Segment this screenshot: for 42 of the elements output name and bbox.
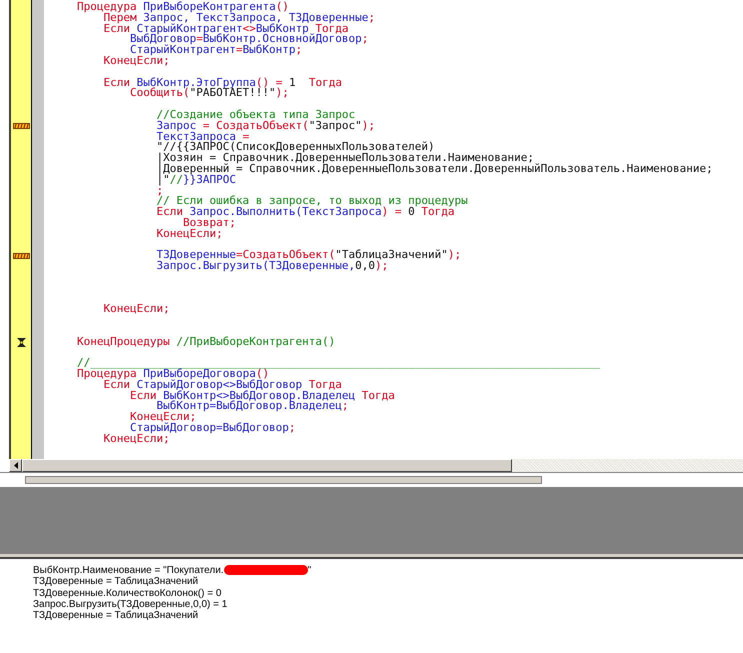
code-line: Если СтарыйКонтрагент<>ВыбКонтр Тогда bbox=[103, 24, 349, 34]
left-arrow-icon bbox=[14, 462, 18, 469]
scroll-left-button[interactable] bbox=[9, 459, 22, 472]
code-line: КонецЕсли; bbox=[103, 56, 170, 67]
code-line: |Доверенный = Справочник.ДоверенныеПользователи.ДоверенныйПользователь.Наименование; bbox=[156, 164, 713, 175]
code-line: СтарыйКонтрагент=ВыбКонтр; bbox=[130, 45, 302, 56]
code-line: КонецЕсли; bbox=[103, 434, 170, 445]
code-line: ; bbox=[156, 186, 164, 196]
message-text: " bbox=[308, 565, 312, 576]
code-line: ТекстЗапроса = bbox=[156, 132, 250, 142]
code-line: ВыбКонтр=ВыбДоговор.Владелец; bbox=[156, 401, 349, 412]
code-line: ВыбДоговор=ВыбКонтр.ОсновнойДоговор; bbox=[130, 34, 368, 46]
code-line: КонецЕсли; bbox=[156, 228, 223, 240]
code-line: ТЗДоверенные=СоздатьОбъект("ТаблицаЗначений"); bbox=[156, 250, 462, 262]
code-line: Возврат; bbox=[182, 218, 236, 229]
code-line: Процедура ПриВыбореДоговора() bbox=[77, 369, 270, 380]
code-line: Запрос.Выгрузить(ТЗДоверенные,0,0); bbox=[156, 261, 388, 272]
message-text: ВыбКонтр.Наименование = "Покупатели. bbox=[33, 565, 224, 576]
message-text: Запрос.Выгрузить(ТЗДоверенные,0,0) = 1 bbox=[33, 598, 228, 610]
message-text: ТЗДоверенные = ТаблицаЗначений bbox=[33, 610, 198, 622]
code-line: Процедура ПриВыбореКонтрагента() bbox=[77, 2, 289, 13]
code-line: // Если ошибка в запросе, то выход из процедуры bbox=[156, 196, 468, 208]
code-line: Если ВыбКонтр.ЭтоГруппа() = 1 Тогда bbox=[103, 78, 342, 88]
code-line: СтарыйДоговор=ВыбДоговор; bbox=[130, 423, 296, 434]
code-line: |"//}}ЗАПРОС bbox=[156, 174, 236, 186]
code-line: //Создание объекта типа Запрос bbox=[156, 110, 356, 121]
code-editor[interactable] bbox=[0, 0, 743, 473]
code-line: Если Запрос.Выполнить(ТекстЗапроса) = 0 Тогда bbox=[156, 207, 455, 218]
code-line: //_____________________________________________________________________________ bbox=[77, 358, 600, 370]
code-line: |Хозяин = Справочник.ДоверенныеПользователи.Наименование; bbox=[156, 153, 534, 164]
message-text: ТЗДоверенные.КоличествоКолонок() = 0 bbox=[33, 588, 222, 599]
code-line: "//{{ЗАПРОС(СписокДоверенныхПользователей) bbox=[156, 142, 435, 154]
message-text: ТЗДоверенные = ТаблицаЗначений bbox=[33, 576, 198, 588]
scrollbar-thumb[interactable] bbox=[22, 459, 512, 472]
code-line: Сообщить("РАБОТАЕТ!!!"); bbox=[130, 88, 289, 100]
code-line: КонецПроцедуры //ПриВыбореКонтрагента() bbox=[77, 336, 336, 348]
code-line: Если ВыбКонтр<>ВыбДоговор.Владелец Тогда bbox=[130, 390, 395, 402]
code-line: КонецЕсли; bbox=[103, 304, 170, 316]
code-line: Если СтарыйДоговор<>ВыбДоговор Тогда bbox=[103, 380, 342, 391]
code-line: КонецЕсли; bbox=[130, 412, 196, 424]
code-line: Перем Запрос, ТекстЗапроса, ТЗДоверенные; bbox=[103, 12, 376, 24]
code-line: Запрос = СоздатьОбъект("Запрос"); bbox=[156, 120, 376, 132]
